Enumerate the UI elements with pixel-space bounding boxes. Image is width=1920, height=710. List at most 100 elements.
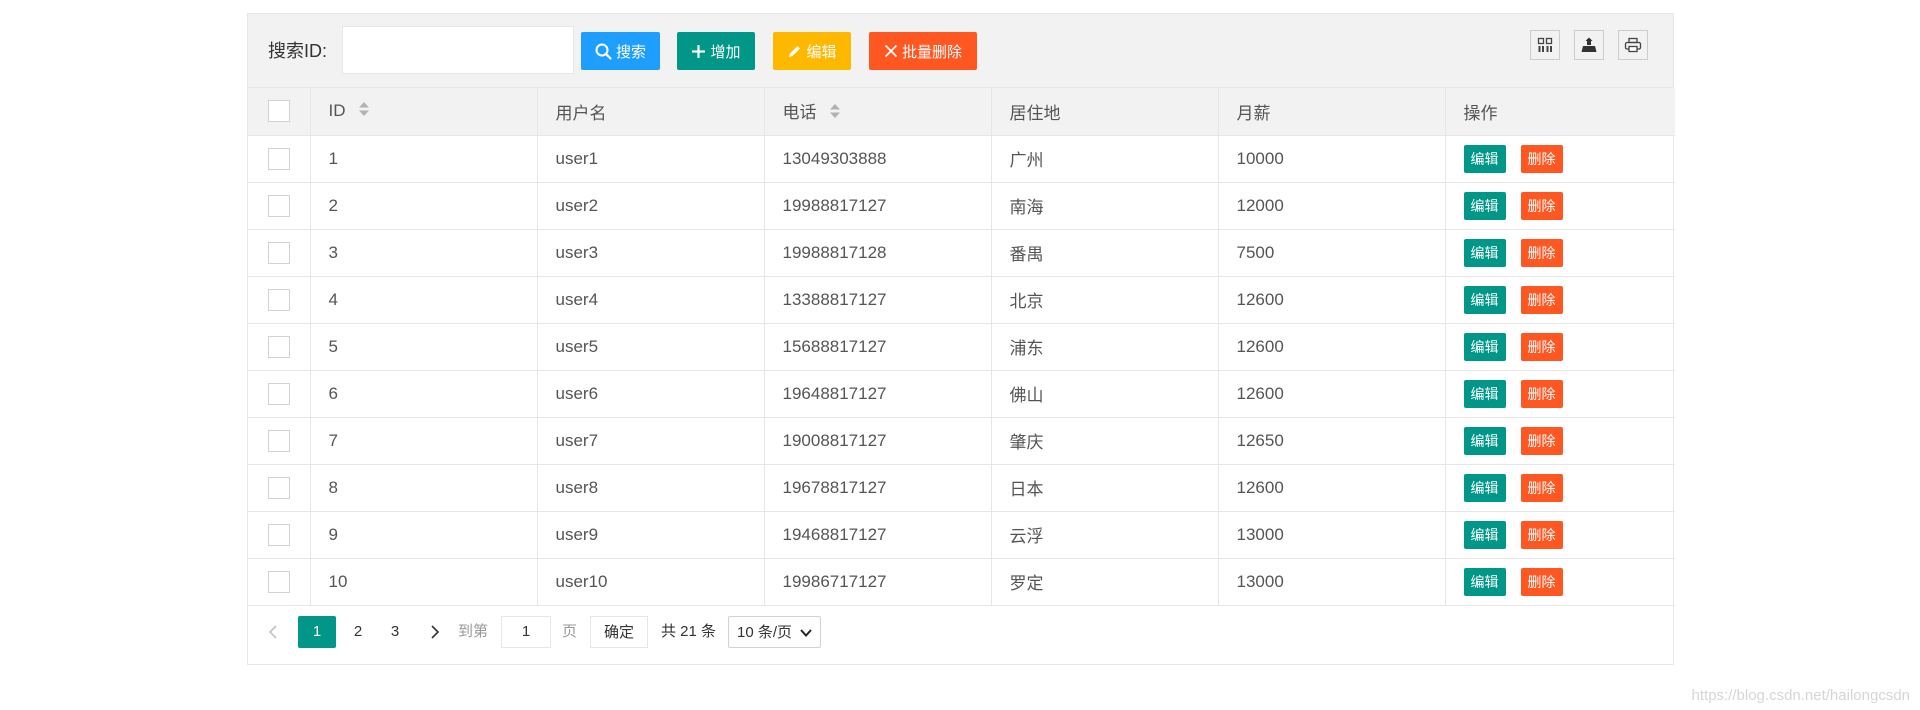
cell-id: 5	[310, 323, 538, 371]
page-current[interactable]: 1	[298, 615, 336, 648]
table-row: 2 user2 19988817127 南海 12000 编辑 删除	[248, 182, 1675, 230]
row-edit-button[interactable]: 编辑	[1463, 191, 1506, 220]
cell-id: 3	[310, 229, 538, 277]
cell-phone: 19468817127	[764, 511, 992, 559]
row-delete-button[interactable]: 删除	[1520, 426, 1563, 455]
row-edit-button[interactable]: 编辑	[1463, 238, 1506, 267]
select-all-checkbox[interactable]	[267, 100, 290, 123]
export-icon[interactable]	[1574, 30, 1604, 60]
cell-city: 番禺	[991, 229, 1219, 277]
row-delete-button[interactable]: 删除	[1520, 191, 1563, 220]
add-button[interactable]: 增加	[677, 32, 755, 70]
row-edit-button[interactable]: 编辑	[1463, 567, 1506, 596]
cell-id: 9	[310, 511, 538, 559]
row-checkbox[interactable]	[267, 241, 290, 264]
print-icon[interactable]	[1618, 30, 1648, 60]
row-checkbox[interactable]	[267, 194, 290, 217]
row-edit-button[interactable]: 编辑	[1463, 520, 1506, 549]
cell-phone: 13388817127	[764, 276, 992, 324]
row-delete-button[interactable]: 删除	[1520, 379, 1563, 408]
row-select-cell	[248, 464, 311, 512]
search-id-input[interactable]	[342, 26, 574, 74]
total-count: 共 21 条	[661, 622, 717, 640]
header-phone[interactable]: 电话	[764, 88, 992, 136]
cell-username: user3	[537, 229, 765, 277]
cell-salary: 12000	[1218, 182, 1446, 230]
row-checkbox[interactable]	[267, 147, 290, 170]
cell-id: 1	[310, 135, 538, 183]
row-checkbox[interactable]	[267, 382, 290, 405]
batch-delete-button[interactable]: 批量删除	[869, 32, 977, 70]
goto-label: 到第	[458, 622, 489, 640]
row-select-cell	[248, 558, 311, 606]
row-edit-button[interactable]: 编辑	[1463, 426, 1506, 455]
cell-salary: 7500	[1218, 229, 1446, 277]
row-delete-button[interactable]: 删除	[1520, 238, 1563, 267]
header-select-all-cell	[248, 88, 311, 136]
cell-actions: 编辑 删除	[1445, 276, 1675, 324]
cell-city: 北京	[991, 276, 1219, 324]
goto-page-input[interactable]	[501, 615, 551, 648]
close-icon	[884, 44, 898, 58]
row-edit-button[interactable]: 编辑	[1463, 379, 1506, 408]
batch-delete-button-label: 批量删除	[901, 43, 962, 61]
header-city: 居住地	[991, 88, 1219, 136]
cell-salary: 12600	[1218, 464, 1446, 512]
row-checkbox[interactable]	[267, 523, 290, 546]
row-select-cell	[248, 323, 311, 371]
cell-username: user8	[537, 464, 765, 512]
cell-salary: 13000	[1218, 558, 1446, 606]
cell-city: 肇庆	[991, 417, 1219, 465]
cell-phone: 19648817127	[764, 370, 992, 418]
search-label: 搜索ID:	[268, 41, 328, 61]
cell-city: 日本	[991, 464, 1219, 512]
row-edit-button[interactable]: 编辑	[1463, 144, 1506, 173]
page-link[interactable]: 2	[344, 616, 372, 648]
search-button[interactable]: 搜索	[581, 32, 660, 70]
sort-icon[interactable]	[358, 101, 370, 122]
next-page-icon[interactable]	[424, 616, 446, 648]
row-delete-button[interactable]: 删除	[1520, 285, 1563, 314]
cell-city: 云浮	[991, 511, 1219, 559]
goto-confirm-button[interactable]: 确定	[590, 615, 648, 648]
cell-salary: 12600	[1218, 370, 1446, 418]
cell-username: user9	[537, 511, 765, 559]
row-checkbox[interactable]	[267, 288, 290, 311]
header-id-label: ID	[328, 100, 346, 120]
cell-id: 8	[310, 464, 538, 512]
header-id[interactable]: ID	[310, 88, 538, 136]
row-checkbox[interactable]	[267, 429, 290, 452]
row-delete-button[interactable]: 删除	[1520, 473, 1563, 502]
row-checkbox[interactable]	[267, 570, 290, 593]
row-delete-button[interactable]: 删除	[1520, 520, 1563, 549]
row-select-cell	[248, 135, 311, 183]
page-link[interactable]: 3	[381, 616, 409, 648]
table-row: 9 user9 19468817127 云浮 13000 编辑 删除	[248, 511, 1675, 559]
row-delete-button[interactable]: 删除	[1520, 144, 1563, 173]
table-header-row: ID 用户名 电话 居住地 月薪 操作	[248, 88, 1675, 136]
cell-id: 4	[310, 276, 538, 324]
cell-salary: 10000	[1218, 135, 1446, 183]
row-edit-button[interactable]: 编辑	[1463, 285, 1506, 314]
header-phone-label: 电话	[782, 103, 817, 123]
columns-filter-icon[interactable]	[1530, 30, 1560, 60]
page-size-select[interactable]: 10 条/页	[728, 615, 821, 648]
row-checkbox[interactable]	[267, 476, 290, 499]
edit-button[interactable]: 编辑	[773, 32, 851, 70]
row-select-cell	[248, 276, 311, 324]
row-edit-button[interactable]: 编辑	[1463, 332, 1506, 361]
search-icon	[595, 43, 612, 60]
cell-city: 罗定	[991, 558, 1219, 606]
row-delete-button[interactable]: 删除	[1520, 332, 1563, 361]
plus-icon	[691, 44, 706, 59]
row-delete-button[interactable]: 删除	[1520, 567, 1563, 596]
row-edit-button[interactable]: 编辑	[1463, 473, 1506, 502]
cell-actions: 编辑 删除	[1445, 135, 1675, 183]
sort-icon[interactable]	[829, 103, 841, 124]
cell-salary: 12600	[1218, 323, 1446, 371]
row-checkbox[interactable]	[267, 335, 290, 358]
prev-page-icon[interactable]	[262, 616, 284, 648]
users-table: ID 用户名 电话 居住地 月薪 操作 1 user1 13049303888 广州 1…	[248, 88, 1675, 606]
cell-city: 浦东	[991, 323, 1219, 371]
table-row: 10 user10 19986717127 罗定 13000 编辑 删除	[248, 558, 1675, 606]
